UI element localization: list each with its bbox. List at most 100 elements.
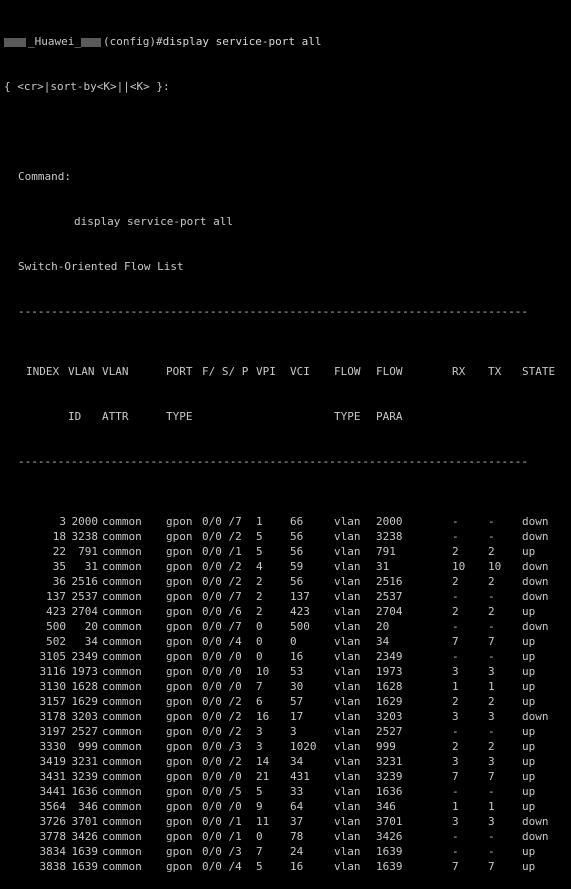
cell-vlan-attr: common bbox=[102, 860, 142, 873]
cell-flow-para: 3426 bbox=[376, 830, 403, 843]
cell-flow-para: 2349 bbox=[376, 650, 403, 663]
cell-flow-para: 3701 bbox=[376, 815, 403, 828]
cell-tx: 2 bbox=[488, 575, 495, 588]
cell-port-type: gpon bbox=[166, 725, 193, 738]
cell-vlan-id: 2516 bbox=[71, 575, 99, 588]
cell-fsp: 0/0 /2 bbox=[202, 575, 242, 588]
cell-flow-para: 2516 bbox=[376, 575, 403, 588]
header-row-1: INDEX VLAN VLAN PORT F/ S/ P VPI VCI FLO… bbox=[4, 364, 571, 379]
cell-flow-para: 2527 bbox=[376, 725, 403, 738]
terminal-window[interactable]: _Huawei_ (config)#display service-port al… bbox=[0, 0, 571, 873]
cell-rx: - bbox=[452, 725, 459, 738]
table-row: 3419 3231 common gpon 0/0 /2 14 34 vlan 3231 3 3 up bbox=[4, 754, 571, 769]
cell-tx: 2 bbox=[488, 695, 495, 708]
header-flow-para-2: PARA bbox=[376, 410, 403, 423]
cell-index: 3778 bbox=[39, 830, 67, 843]
cell-vlan-id: 1639 bbox=[71, 845, 99, 858]
cell-vpi: 5 bbox=[256, 530, 263, 543]
cell-index: 3 bbox=[59, 515, 66, 528]
cell-port-type: gpon bbox=[166, 815, 193, 828]
cell-port-type: gpon bbox=[166, 515, 193, 528]
table-row: 22 791 common gpon 0/0 /1 5 56 vlan 791 2 2 up bbox=[4, 544, 571, 559]
cell-vlan-attr: common bbox=[102, 800, 142, 813]
cell-flow-type: vlan bbox=[334, 845, 361, 858]
cell-port-type: gpon bbox=[166, 590, 193, 603]
cell-flow-type: vlan bbox=[334, 680, 361, 693]
cell-vpi: 11 bbox=[256, 815, 270, 828]
cell-port-type: gpon bbox=[166, 635, 193, 648]
cell-flow-para: 1639 bbox=[376, 845, 403, 858]
cell-vlan-id: 1973 bbox=[71, 665, 99, 678]
cell-state: up bbox=[522, 770, 536, 783]
cell-vpi: 7 bbox=[256, 845, 263, 858]
cell-flow-para: 2704 bbox=[376, 605, 403, 618]
cell-index: 3130 bbox=[39, 680, 67, 693]
cell-index: 3726 bbox=[39, 815, 67, 828]
cell-flow-type: vlan bbox=[334, 560, 361, 573]
cell-flow-type: vlan bbox=[334, 815, 361, 828]
cell-vlan-attr: common bbox=[102, 845, 142, 858]
cell-index: 137 bbox=[46, 590, 66, 603]
cell-rx: 10 bbox=[452, 560, 466, 573]
cell-flow-type: vlan bbox=[334, 590, 361, 603]
cell-vlan-id: 791 bbox=[78, 545, 98, 558]
cell-vci: 423 bbox=[290, 605, 310, 618]
cell-rx: 2 bbox=[452, 605, 459, 618]
cell-tx: 1 bbox=[488, 680, 495, 693]
cell-vlan-attr: common bbox=[102, 665, 142, 678]
header-vci: VCI bbox=[290, 365, 310, 378]
cell-vlan-attr: common bbox=[102, 575, 142, 588]
cell-vlan-attr: common bbox=[102, 815, 142, 828]
table-row: 3441 1636 common gpon 0/0 /5 5 33 vlan 1636- - up bbox=[4, 784, 571, 799]
cell-flow-para: 1628 bbox=[376, 680, 403, 693]
service-port-table: 3 2000 common gpon 0/0 /7 1 66 vlan 2000- - down 18… bbox=[4, 514, 571, 874]
cell-vlan-attr: common bbox=[102, 530, 142, 543]
cell-vlan-id: 3231 bbox=[71, 755, 99, 768]
cell-vlan-id: 3203 bbox=[71, 710, 99, 723]
cell-index: 3834 bbox=[39, 845, 67, 858]
cell-vci: 56 bbox=[290, 530, 304, 543]
cell-vpi: 3 bbox=[256, 725, 263, 738]
cell-port-type: gpon bbox=[166, 785, 193, 798]
cell-vci: 3 bbox=[290, 725, 297, 738]
header-flow-type-2: TYPE bbox=[334, 410, 361, 423]
cell-vpi: 5 bbox=[256, 860, 263, 873]
cell-vpi: 5 bbox=[256, 785, 263, 798]
cell-vci: 34 bbox=[290, 755, 304, 768]
cell-state: up bbox=[522, 605, 536, 618]
cell-port-type: gpon bbox=[166, 530, 193, 543]
cell-vlan-attr: common bbox=[102, 755, 142, 768]
cell-flow-type: vlan bbox=[334, 830, 361, 843]
cell-rx: 2 bbox=[452, 545, 459, 558]
cell-vpi: 16 bbox=[256, 710, 270, 723]
header-flow-para-1: FLOW bbox=[376, 365, 403, 378]
cell-flow-type: vlan bbox=[334, 650, 361, 663]
cell-state: up bbox=[522, 785, 536, 798]
cell-vlan-id: 3239 bbox=[71, 770, 99, 783]
table-row: 3197 2527 common gpon 0/0 /2 3 3 vlan 2527- - up bbox=[4, 724, 571, 739]
cell-rx: 1 bbox=[452, 680, 459, 693]
cell-flow-type: vlan bbox=[334, 665, 361, 678]
cell-tx: 1 bbox=[488, 800, 495, 813]
cell-vpi: 9 bbox=[256, 800, 263, 813]
cell-vpi: 0 bbox=[256, 620, 263, 633]
cell-flow-para: 2000 bbox=[376, 515, 403, 528]
cell-vci: 16 bbox=[290, 860, 304, 873]
cell-flow-type: vlan bbox=[334, 785, 361, 798]
table-row: 3564 346 common gpon 0/0 /0 9 64 vlan 346 1 1 up bbox=[4, 799, 571, 814]
cell-vlan-attr: common bbox=[102, 650, 142, 663]
cell-rx: 7 bbox=[452, 635, 459, 648]
cell-index: 35 bbox=[52, 560, 66, 573]
cell-state: up bbox=[522, 635, 536, 648]
cell-rx: - bbox=[452, 590, 459, 603]
cell-vci: 57 bbox=[290, 695, 304, 708]
cell-vpi: 2 bbox=[256, 590, 263, 603]
table-row: 36 2516 common gpon 0/0 /2 2 56 vlan 2516 2 2 down bbox=[4, 574, 571, 589]
cell-state: down bbox=[522, 590, 549, 603]
cell-fsp: 0/0 /0 bbox=[202, 665, 242, 678]
cell-state: up bbox=[522, 725, 536, 738]
table-row: 500 20 common gpon 0/0 /7 0 500 vlan 20 - - down bbox=[4, 619, 571, 634]
cell-tx: 2 bbox=[488, 740, 495, 753]
cell-vlan-attr: common bbox=[102, 680, 142, 693]
cell-vci: 37 bbox=[290, 815, 304, 828]
